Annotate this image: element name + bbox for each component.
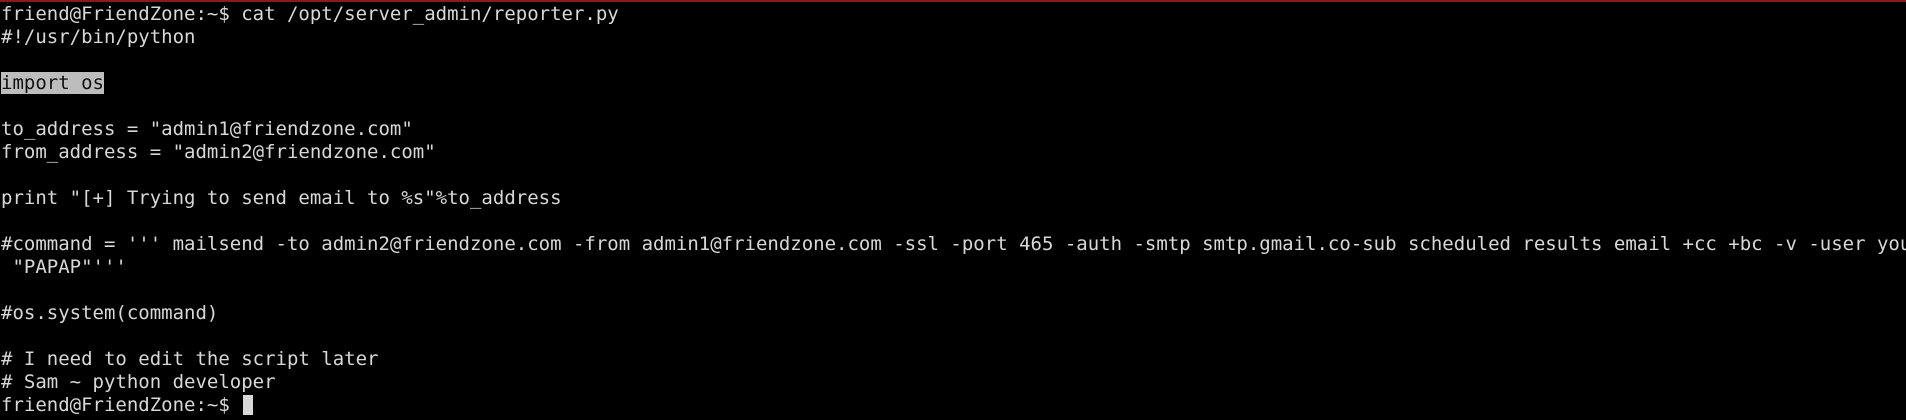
terminal-line-print: print "[+] Trying to send email to %s"%t…	[1, 187, 562, 209]
selected-text[interactable]: import os	[1, 72, 104, 94]
terminal-line-to-address: to_address = "admin1@friendzone.com"	[1, 118, 413, 140]
terminal-line-shebang: #!/usr/bin/python	[1, 26, 196, 48]
shell-prompt: friend@FriendZone:~$	[1, 394, 242, 416]
terminal-line-command-comment: #command = ''' mailsend -to admin2@frien…	[1, 233, 1906, 255]
terminal-line-command: friend@FriendZone:~$ cat /opt/server_adm…	[1, 3, 619, 25]
terminal-line-command-comment-wrap: "PAPAP"'''	[1, 256, 127, 278]
text-cursor	[243, 395, 254, 415]
terminal-line-comment-edit: # I need to edit the script later	[1, 348, 379, 370]
terminal-line-import: import os	[1, 72, 1906, 95]
terminal-line-prompt[interactable]: friend@FriendZone:~$	[1, 394, 1906, 417]
terminal-window[interactable]: friend@FriendZone:~$ cat /opt/server_adm…	[0, 0, 1906, 420]
terminal-line-comment-sam: # Sam ~ python developer	[1, 371, 276, 393]
terminal-line-os-system: #os.system(command)	[1, 302, 219, 324]
terminal-line-from-address: from_address = "admin2@friendzone.com"	[1, 141, 436, 163]
